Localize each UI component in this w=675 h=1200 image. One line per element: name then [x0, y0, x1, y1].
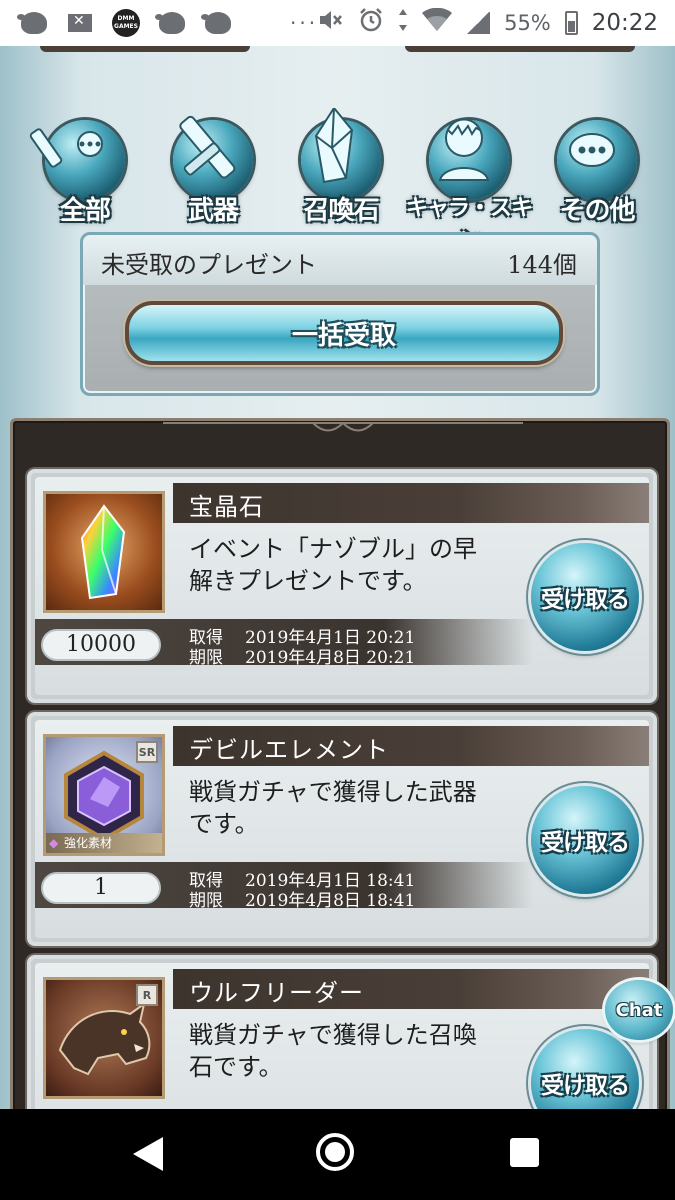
- chat-button[interactable]: Chat: [605, 980, 673, 1040]
- unclaimed-presents-box: 未受取のプレゼント 144個 一括受取: [80, 232, 600, 396]
- all-icon: [29, 128, 103, 168]
- gift-item: R ウルフリーダー 戦貨ガチャで獲得した召喚 石です。 受け取る: [27, 955, 657, 1109]
- recent-apps-icon[interactable]: [510, 1138, 539, 1167]
- alarm-icon: [358, 7, 384, 39]
- category-tabs: 全部 武器 召喚石 キャラ・スキン: [20, 90, 660, 253]
- gift-item: SR 強化素材 デビルエレメント 戦貨ガチャで獲得した武器 です。 1 取得 2…: [27, 712, 657, 946]
- signal-icon: [466, 12, 491, 34]
- claim-all-button[interactable]: 一括受取: [125, 301, 563, 365]
- receive-button[interactable]: 受け取る: [531, 543, 639, 651]
- expires-label: 期限: [189, 648, 223, 668]
- tab-weapons[interactable]: 武器: [148, 90, 268, 240]
- panel-ornament: [163, 421, 523, 432]
- tab-all-label: 全部: [59, 196, 111, 226]
- battery-charging-icon: [564, 11, 578, 35]
- tab-others-label: その他: [559, 196, 635, 226]
- more-notifications-indicator: ···: [290, 11, 319, 35]
- tab-weapons-label: 武器: [187, 196, 239, 226]
- gift-description: 戦貨ガチャで獲得した召喚 石です。: [189, 1021, 477, 1081]
- rainbow-crystal-icon: [43, 491, 165, 613]
- gift-quantity: 1: [41, 872, 161, 904]
- tab-summons[interactable]: 召喚石: [276, 90, 396, 240]
- back-icon[interactable]: [133, 1137, 163, 1171]
- gift-quantity: 10000: [41, 629, 161, 661]
- enhancement-material-tag: 強化素材: [46, 833, 162, 853]
- crystal-icon: [314, 108, 354, 184]
- dmm-games-icon: DMM GAMES: [112, 9, 140, 37]
- bird-icon: [201, 9, 232, 37]
- present-box-screen: 全部 武器 召喚石 キャラ・スキン: [0, 46, 675, 1109]
- home-icon[interactable]: [316, 1133, 354, 1171]
- battery-percent: 55%: [504, 11, 551, 35]
- gift-description: イベント「ナゾブル」の早 解きプレゼントです。: [189, 535, 477, 595]
- expires-date: 2019年4月8日 20:21: [245, 648, 416, 668]
- gift-name: デビルエレメント: [189, 736, 389, 764]
- more-icon: [569, 133, 615, 167]
- bird-icon: [17, 9, 48, 37]
- receive-button[interactable]: 受け取る: [531, 786, 639, 894]
- gift-list[interactable]: 宝晶石 イベント「ナゾブル」の早 解きプレゼントです。 10000 取得 201…: [10, 418, 670, 1109]
- mute-icon: [318, 8, 344, 38]
- tab-all[interactable]: 全部: [20, 90, 140, 240]
- gift-description: 戦貨ガチャで獲得した武器 です。: [189, 778, 477, 838]
- expires-label: 期限: [189, 891, 223, 911]
- sword-icon: [179, 115, 236, 179]
- data-arrows-icon: [398, 8, 408, 38]
- expires-date: 2019年4月8日 18:41: [245, 891, 416, 911]
- tab-others[interactable]: その他: [532, 90, 652, 240]
- status-bar: DMM GAMES ··· 55% 20:22: [0, 0, 675, 46]
- rarity-badge: SR: [136, 741, 158, 763]
- character-icon: [438, 118, 490, 181]
- purple-gem-icon: SR 強化素材: [43, 734, 165, 856]
- unclaimed-title: 未受取のプレゼント: [101, 251, 317, 279]
- gift-name: 宝晶石: [189, 493, 264, 521]
- bird-icon: [155, 9, 186, 37]
- tab-summons-label: 召喚石: [303, 196, 379, 226]
- rarity-badge: R: [136, 984, 158, 1006]
- top-frame: [0, 46, 675, 54]
- unclaimed-count: 144個: [507, 251, 577, 279]
- wifi-icon: [422, 7, 453, 38]
- wolf-icon: R: [43, 977, 165, 1099]
- gift-item: 宝晶石 イベント「ナゾブル」の早 解きプレゼントです。 10000 取得 201…: [27, 469, 657, 703]
- mail-blocked-icon: [66, 9, 94, 37]
- gift-name: ウルフリーダー: [189, 979, 364, 1007]
- clock: 20:22: [591, 10, 659, 36]
- android-nav-bar: [0, 1109, 675, 1200]
- tab-characters-skins[interactable]: キャラ・スキン: [404, 90, 533, 253]
